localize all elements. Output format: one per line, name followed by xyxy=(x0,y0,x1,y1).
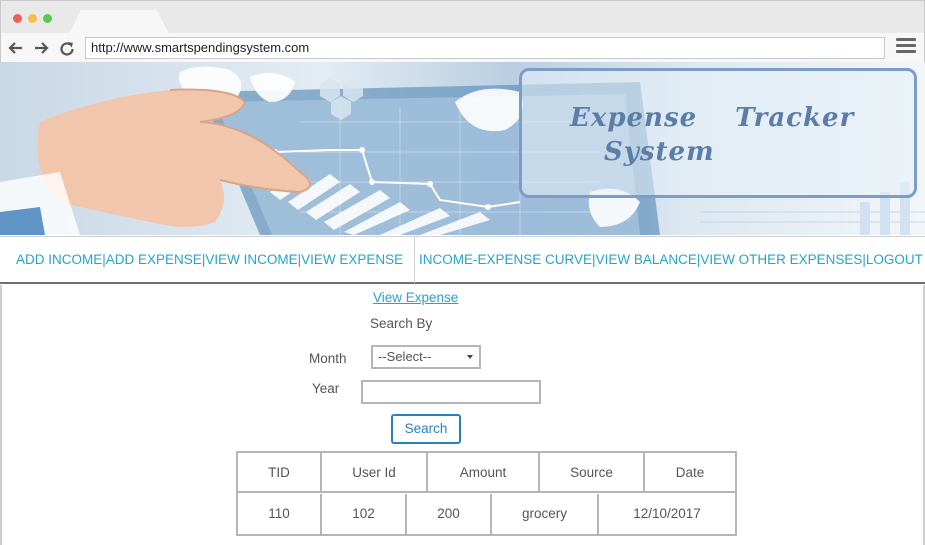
nav-view-income[interactable]: VIEW INCOME xyxy=(205,252,297,267)
app-title-line1: Expense Tracker xyxy=(570,103,855,133)
nav-view-balance[interactable]: VIEW BALANCE xyxy=(596,252,697,267)
app-title-box: Expense Tracker System xyxy=(519,68,917,198)
nav-view-other-expenses[interactable]: VIEW OTHER EXPENSES xyxy=(700,252,862,267)
year-input[interactable] xyxy=(361,380,541,404)
hamburger-menu-icon[interactable] xyxy=(896,38,916,56)
nav-group-left: ADD INCOME|ADD EXPENSE|VIEW INCOME|VIEW … xyxy=(0,237,415,283)
column-header: Date xyxy=(675,465,705,480)
year-label: Year xyxy=(312,381,340,396)
forward-arrow-icon[interactable] xyxy=(32,39,50,59)
table-cell: 102 xyxy=(322,494,407,534)
nav-income-expense-curve[interactable]: INCOME-EXPENSE CURVE xyxy=(419,252,592,267)
table-cell: 200 xyxy=(407,494,492,534)
column-header: Source xyxy=(540,453,645,493)
url-input[interactable]: http://www.smartspendingsystem.com xyxy=(85,37,885,59)
window-controls xyxy=(13,14,52,23)
column-header: TID xyxy=(238,453,322,493)
table-header-row: TID User Id Amount Source Date xyxy=(238,453,735,493)
table-cell: 12/10/2017 xyxy=(633,506,701,521)
nav-view-expense[interactable]: VIEW EXPENSE xyxy=(301,252,403,267)
nav-logout[interactable]: LOGOUT xyxy=(866,252,923,267)
main-nav: ADD INCOME|ADD EXPENSE|VIEW INCOME|VIEW … xyxy=(0,236,925,284)
column-header: Amount xyxy=(428,453,540,493)
app-title-line2: System xyxy=(604,137,715,167)
expense-table: TID User Id Amount Source Date 110 102 2… xyxy=(236,451,737,536)
browser-tab[interactable] xyxy=(69,10,169,34)
close-window-button[interactable] xyxy=(13,14,22,23)
month-label: Month xyxy=(309,351,347,366)
nav-add-expense[interactable]: ADD EXPENSE xyxy=(106,252,202,267)
column-header: User Id xyxy=(322,453,428,493)
nav-add-income[interactable]: ADD INCOME xyxy=(16,252,102,267)
minimize-window-button[interactable] xyxy=(28,14,37,23)
nav-group-right: INCOME-EXPENSE CURVE|VIEW BALANCE|VIEW O… xyxy=(415,237,923,283)
chevron-down-icon xyxy=(467,355,473,359)
table-cell: 110 xyxy=(238,494,322,534)
search-button[interactable]: Search xyxy=(391,414,461,444)
month-select[interactable]: --Select-- xyxy=(371,345,481,369)
maximize-window-button[interactable] xyxy=(43,14,52,23)
reload-icon[interactable] xyxy=(58,40,76,60)
header-banner: Expense Tracker System xyxy=(0,62,925,235)
table-cell: grocery xyxy=(492,494,599,534)
table-row: 110 102 200 grocery 12/10/2017 xyxy=(238,494,735,534)
page-title[interactable]: View Expense xyxy=(373,290,458,305)
search-by-label: Search By xyxy=(370,316,433,331)
back-arrow-icon[interactable] xyxy=(7,39,25,59)
month-select-value: --Select-- xyxy=(378,349,432,364)
main-content: View Expense Search By Month --Select-- … xyxy=(0,285,925,545)
